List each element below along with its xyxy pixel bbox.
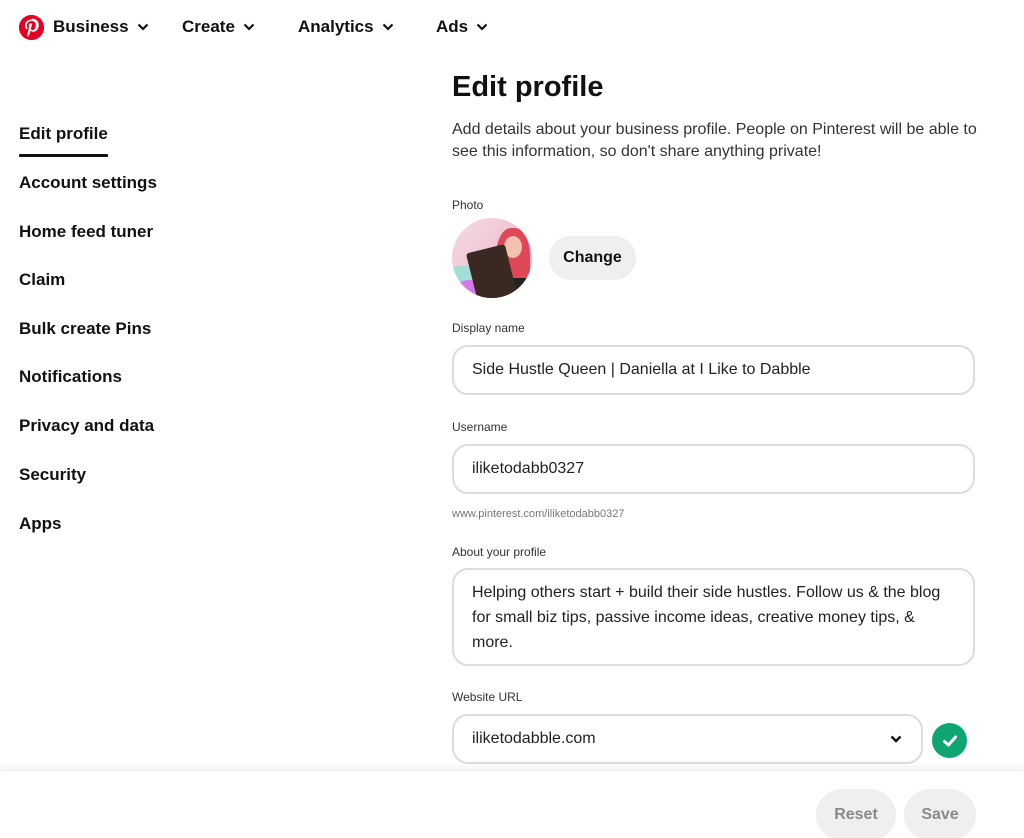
sidebar-item-privacy-and-data[interactable]: Privacy and data [19, 416, 154, 436]
page-description: Add details about your business profile.… [452, 121, 977, 160]
display-name-value: Side Hustle Queen | Daniella at I Like t… [472, 361, 811, 378]
about-textarea[interactable]: Helping others start + build their side … [452, 568, 975, 666]
display-name-input[interactable]: Side Hustle Queen | Daniella at I Like t… [452, 345, 975, 395]
top-navigation: Business Create Analytics Ads [0, 0, 1024, 56]
about-value: Helping others start + build their side … [472, 584, 941, 651]
pinterest-logo-icon[interactable] [19, 15, 44, 40]
save-button[interactable]: Save [904, 789, 976, 838]
nav-create-label: Create [182, 17, 235, 36]
nav-ads-label: Ads [436, 17, 469, 36]
chevron-down-icon [243, 23, 255, 31]
website-label: Website URL [452, 690, 523, 704]
sidebar-item-label: Claim [19, 270, 66, 289]
form-footer: Reset Save [0, 770, 1024, 838]
nav-business-menu[interactable]: Business [53, 17, 149, 37]
sidebar-item-label: Notifications [19, 367, 122, 386]
sidebar-item-bulk-create-pins[interactable]: Bulk create Pins [19, 319, 151, 339]
sidebar-item-claim[interactable]: Claim [19, 270, 65, 290]
profile-photo-avatar [452, 218, 532, 298]
sidebar-item-apps[interactable]: Apps [19, 514, 62, 534]
chevron-down-icon [476, 23, 488, 31]
display-name-label: Display name [452, 321, 525, 335]
sidebar-item-notifications[interactable]: Notifications [19, 367, 122, 387]
website-url-select[interactable]: iliketodabble.com [452, 714, 923, 764]
reset-button[interactable]: Reset [816, 789, 896, 838]
profile-url-helper: www.pinterest.com/iliketodabb0327 [452, 508, 625, 520]
page-title: Edit profile [452, 71, 604, 103]
nav-analytics-menu[interactable]: Analytics [298, 17, 394, 37]
chevron-down-icon [137, 23, 148, 31]
nav-business-label: Business [53, 17, 129, 36]
nav-analytics-label: Analytics [298, 17, 374, 36]
username-input[interactable]: iliketodabb0327 [452, 444, 975, 494]
chevron-down-icon [382, 23, 393, 31]
sidebar-item-home-feed-tuner[interactable]: Home feed tuner [19, 222, 153, 242]
sidebar-item-label: Bulk create Pins [19, 319, 152, 338]
nav-ads-menu[interactable]: Ads [436, 17, 488, 37]
sidebar-item-label: Apps [19, 514, 62, 533]
username-value: iliketodabb0327 [472, 460, 585, 477]
photo-label: Photo [452, 198, 484, 212]
sidebar-item-label: Account settings [19, 173, 157, 192]
sidebar-item-label: Security [19, 465, 87, 484]
change-photo-button[interactable]: Change [549, 236, 636, 280]
nav-create-menu[interactable]: Create [182, 17, 255, 37]
chevron-down-icon [890, 735, 902, 743]
sidebar-item-label: Edit profile [19, 124, 108, 143]
active-tab-indicator [19, 154, 108, 157]
check-circle-icon [932, 723, 967, 758]
sidebar-item-security[interactable]: Security [19, 465, 86, 485]
website-url-value: iliketodabble.com [472, 730, 596, 747]
sidebar-item-label: Privacy and data [19, 416, 155, 435]
about-label: About your profile [452, 545, 547, 559]
sidebar-item-account-settings[interactable]: Account settings [19, 173, 157, 193]
sidebar-item-label: Home feed tuner [19, 222, 154, 241]
username-label: Username [452, 420, 508, 434]
sidebar-item-edit-profile[interactable]: Edit profile [19, 124, 108, 157]
